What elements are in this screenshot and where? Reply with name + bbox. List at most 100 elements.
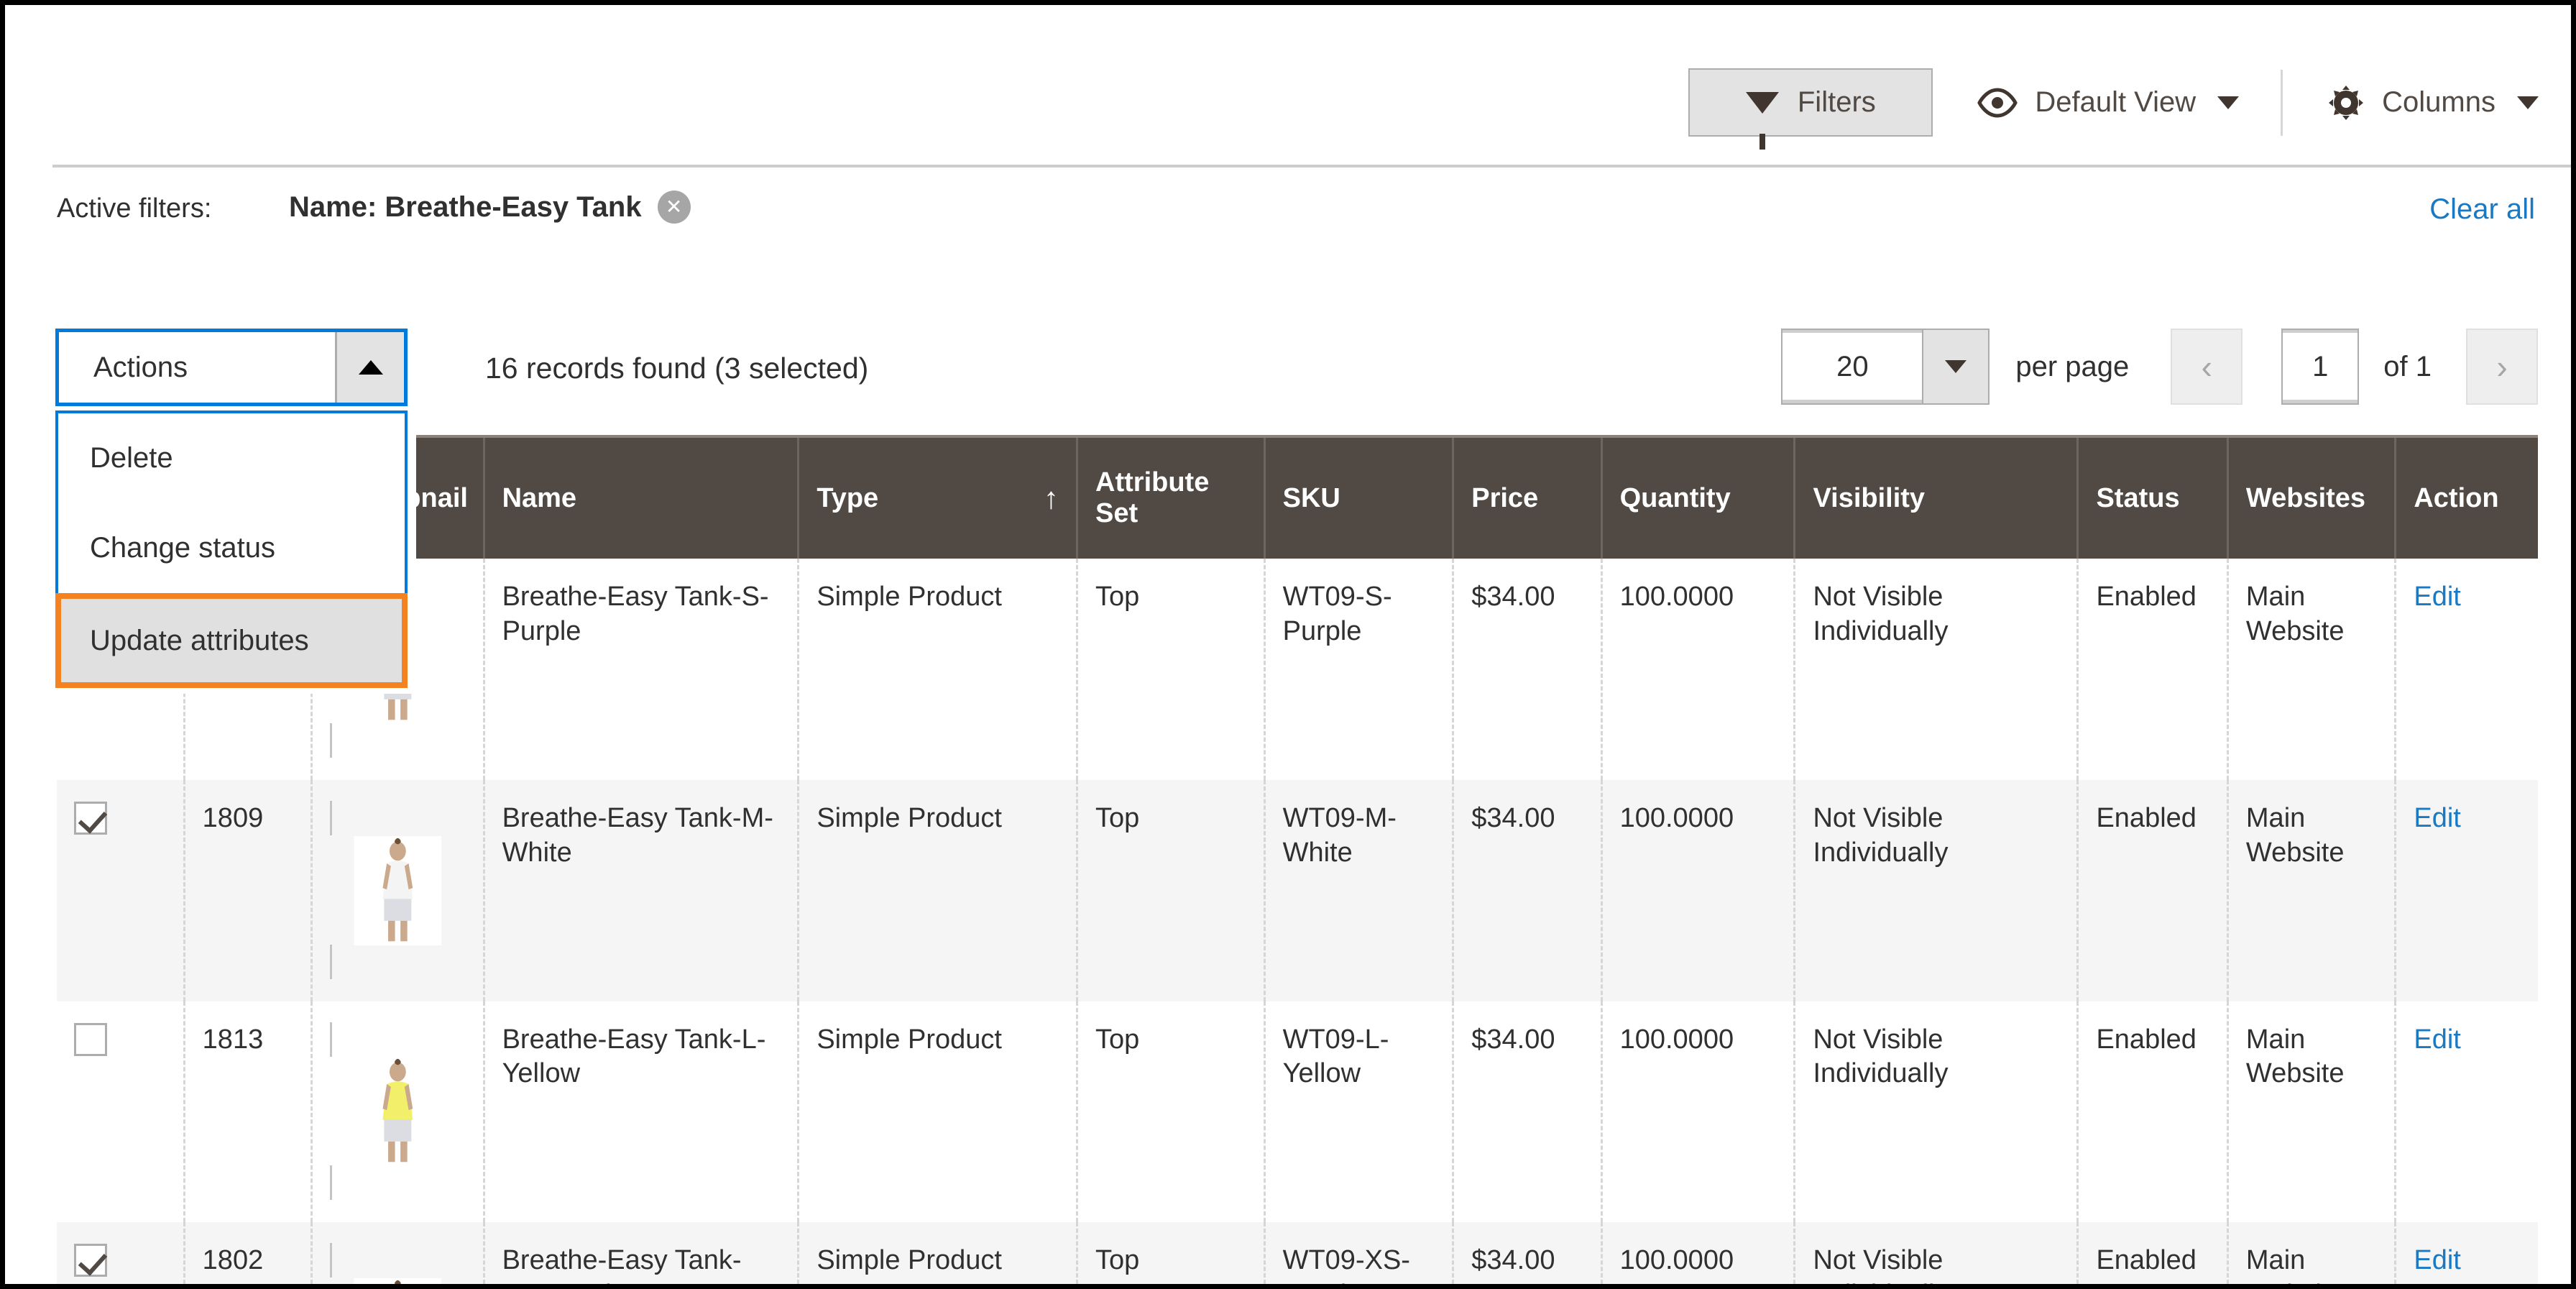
row-quantity: 100.0000 <box>1601 1001 1796 1223</box>
menu-item-label: Change status <box>90 532 275 564</box>
table-row: 1809 Breathe-Easy Tank-M-White Simple Pr… <box>57 779 2538 1001</box>
default-view-dropdown[interactable]: Default View <box>1977 86 2240 119</box>
product-thumbnail <box>329 1243 466 1284</box>
columns-dropdown[interactable]: Columns <box>2327 84 2539 121</box>
row-websites: Main Website <box>2227 1222 2397 1284</box>
row-action: Edit <box>2395 1222 2538 1284</box>
edit-link[interactable]: Edit <box>2414 803 2460 833</box>
header-name[interactable]: Name <box>484 435 800 559</box>
close-icon[interactable]: ✕ <box>657 191 691 224</box>
row-name: Breathe-Easy Tank-M-White <box>484 779 800 1001</box>
row-id: 1802 <box>184 1222 313 1284</box>
edit-link[interactable]: Edit <box>2414 582 2460 612</box>
row-checkbox-cell[interactable] <box>57 1001 185 1223</box>
header-attribute-set[interactable]: Attribute Set <box>1077 435 1266 559</box>
next-page-button[interactable]: › <box>2466 329 2538 405</box>
header-websites[interactable]: Websites <box>2227 435 2397 559</box>
table-row: 1813 Breathe-Easy Tank-L-Yellow Simple P… <box>57 1001 2538 1223</box>
toolbar-controls: Filters Default View Columns <box>1688 68 2539 150</box>
row-quantity: 100.0000 <box>1601 1222 1796 1284</box>
header-status[interactable]: Status <box>2077 435 2229 559</box>
active-filter-chip: Name: Breathe-Easy Tank ✕ <box>289 191 691 224</box>
previous-page-button[interactable]: ‹ <box>2171 329 2243 405</box>
grid-toolbar: Filters Default View Columns <box>5 5 2571 165</box>
row-thumbnail-cell <box>311 1001 485 1223</box>
row-sku: WT09-M-White <box>1264 779 1455 1001</box>
header-row: ID Thumbnail Name Type ↑ Attribute Set S… <box>57 435 2538 559</box>
row-status: Enabled <box>2077 1222 2229 1284</box>
records-found-text: 16 records found (3 selected) <box>485 352 869 385</box>
total-pages-label: of 1 <box>2383 350 2432 382</box>
row-action: Edit <box>2395 779 2538 1001</box>
edit-link[interactable]: Edit <box>2414 1245 2460 1275</box>
row-sku: WT09-S-Purple <box>1264 559 1455 780</box>
toolbar-divider <box>2281 69 2283 136</box>
row-checkbox[interactable] <box>74 1022 107 1056</box>
header-price[interactable]: Price <box>1453 435 1603 559</box>
row-sku: WT09-XS-Purple <box>1264 1222 1455 1284</box>
row-quantity: 100.0000 <box>1601 559 1796 780</box>
row-visibility: Not Visible Individually <box>1794 779 2079 1001</box>
row-attribute-set: Top <box>1077 1001 1266 1223</box>
actions-select[interactable]: Actions <box>55 329 408 406</box>
row-name: Breathe-Easy Tank-L-Yellow <box>484 1001 800 1223</box>
row-action: Edit <box>2396 1001 2538 1223</box>
per-page-value: 20 <box>1836 350 1869 382</box>
screenshot-frame: Filters Default View Columns Active filt… <box>0 0 2576 1289</box>
row-visibility: Not Visible Individually <box>1794 1222 2079 1284</box>
gear-icon <box>2327 84 2365 121</box>
per-page-label: per page <box>2015 350 2130 382</box>
row-type: Simple Product <box>798 559 1079 780</box>
row-thumbnail-cell <box>311 779 485 1001</box>
row-websites: Main Website <box>2227 779 2397 1001</box>
row-status: Enabled <box>2077 1001 2229 1223</box>
pagination-controls: 20 per page ‹ 1 of 1 › <box>1781 329 2538 405</box>
row-websites: Main Website <box>2227 559 2397 780</box>
row-status: Enabled <box>2077 779 2229 1001</box>
row-price: $34.00 <box>1453 1222 1603 1284</box>
row-action: Edit <box>2396 559 2538 780</box>
menu-item-update-attributes[interactable]: Update attributes <box>55 593 408 688</box>
row-checkbox[interactable] <box>74 801 107 835</box>
clear-all-link[interactable]: Clear all <box>2429 193 2535 226</box>
admin-product-grid: Filters Default View Columns Active filt… <box>5 5 2571 1284</box>
menu-item-delete[interactable]: Delete <box>58 413 405 503</box>
row-checkbox-cell[interactable] <box>57 1222 185 1284</box>
default-view-label: Default View <box>2035 86 2196 118</box>
row-attribute-set: Top <box>1077 559 1266 780</box>
row-name: Breathe-Easy Tank-S-Purple <box>484 559 800 780</box>
row-status: Enabled <box>2077 559 2229 780</box>
header-visibility[interactable]: Visibility <box>1794 435 2079 559</box>
active-filters-bar: Active filters: Name: Breathe-Easy Tank … <box>5 168 2571 254</box>
products-table: ID Thumbnail Name Type ↑ Attribute Set S… <box>57 435 2538 1284</box>
header-action: Action <box>2395 435 2538 559</box>
menu-item-change-status[interactable]: Change status <box>58 503 405 593</box>
chevron-left-icon: ‹ <box>2201 348 2212 385</box>
row-visibility: Not Visible Individually <box>1794 559 2079 780</box>
row-checkbox-cell[interactable] <box>57 779 185 1001</box>
menu-item-label: Update attributes <box>90 624 309 656</box>
chevron-down-icon <box>2217 96 2240 109</box>
sort-ascending-icon: ↑ <box>1044 481 1059 515</box>
row-checkbox[interactable] <box>74 1244 107 1277</box>
page-number-input[interactable]: 1 <box>2281 329 2360 405</box>
row-price: $34.00 <box>1453 559 1603 780</box>
row-quantity: 100.0000 <box>1601 779 1796 1001</box>
row-id: 1813 <box>184 1001 313 1223</box>
filters-button-label: Filters <box>1797 86 1876 118</box>
table-row: 1802 Breathe-Easy Tank- Simple Product T… <box>57 1222 2538 1284</box>
actions-dropdown-menu: Delete Change status Update attributes <box>55 410 408 688</box>
filters-button[interactable]: Filters <box>1688 68 1933 150</box>
chevron-up-icon[interactable] <box>335 332 404 403</box>
row-type: Simple Product <box>798 1001 1079 1223</box>
header-type[interactable]: Type ↑ <box>798 435 1079 559</box>
per-page-select[interactable]: 20 <box>1781 329 1990 405</box>
header-quantity[interactable]: Quantity <box>1601 435 1796 559</box>
page-number-value: 1 <box>2312 350 2329 382</box>
edit-link[interactable]: Edit <box>2414 1024 2460 1055</box>
header-sku[interactable]: SKU <box>1264 435 1455 559</box>
chevron-right-icon: › <box>2496 348 2508 385</box>
row-type: Simple Product <box>798 1222 1079 1284</box>
chevron-down-icon[interactable] <box>1922 330 1989 403</box>
row-sku: WT09-L-Yellow <box>1264 1001 1455 1223</box>
